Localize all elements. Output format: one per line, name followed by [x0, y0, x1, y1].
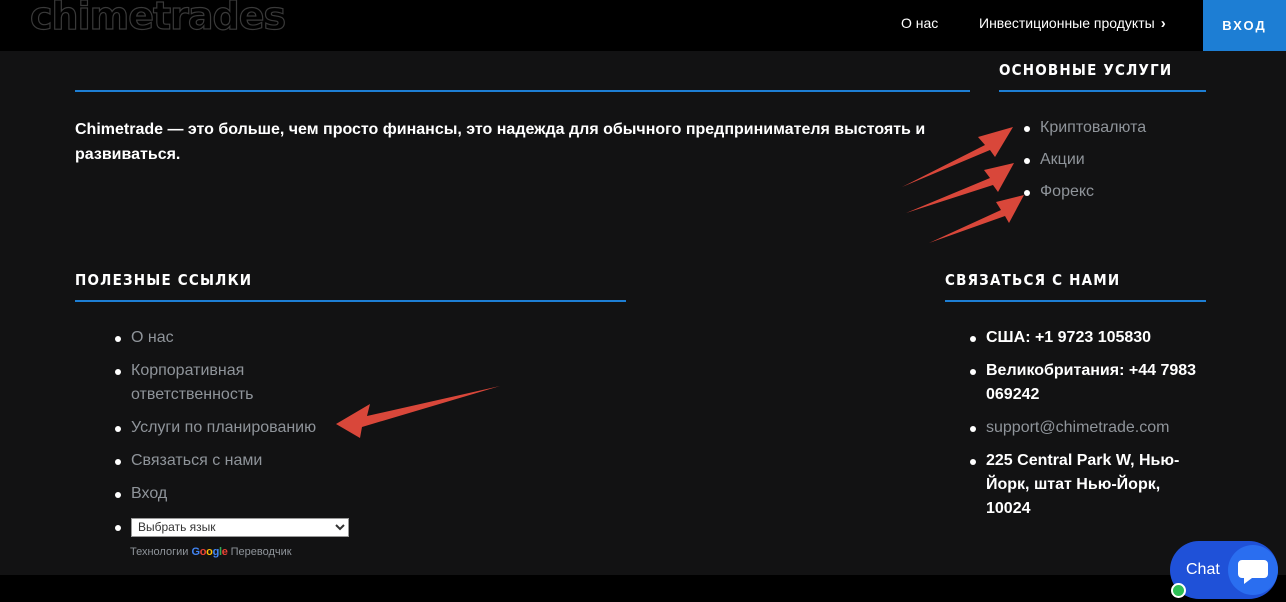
arrow-to-stocks	[906, 163, 1014, 213]
contact-divider	[945, 300, 1206, 302]
list-item: Выбрать язык	[114, 515, 349, 539]
contact-list: США: +1 9723 105830 Великобритания: +44 …	[969, 326, 1204, 530]
list-item: Криптовалюта	[1023, 116, 1203, 140]
services-divider	[999, 90, 1206, 92]
list-item: support@chimetrade.com	[969, 416, 1204, 440]
services-heading: Основные услуги	[999, 61, 1173, 79]
list-item: Услуги по планированию	[114, 416, 344, 440]
nav-link-about[interactable]: О нас	[901, 14, 938, 32]
list-item: Вход	[114, 482, 344, 506]
chat-bubble	[1228, 545, 1278, 595]
footer-link-about[interactable]: О нас	[131, 329, 174, 346]
about-text: Chimetrade — это больше, чем просто фина…	[75, 121, 926, 163]
service-link-crypto[interactable]: Криптовалюта	[1040, 119, 1146, 136]
chat-label: Chat	[1186, 561, 1220, 578]
list-item: О нас	[114, 326, 344, 350]
services-list: Криптовалюта Акции Форекс	[1023, 116, 1203, 212]
site-logo[interactable]: chimetrades	[29, 0, 286, 39]
translate-link[interactable]: Переводчик	[231, 546, 292, 558]
footer-link-contact[interactable]: Связаться с нами	[131, 452, 262, 469]
contact-heading: Связаться с нами	[945, 271, 1121, 289]
footer-bottom-bar	[0, 575, 1286, 602]
footer-link-planning-services[interactable]: Услуги по планированию	[131, 419, 316, 436]
useful-links-divider	[75, 300, 626, 302]
arrow-to-forex	[929, 195, 1024, 243]
login-button[interactable]: Вход	[1203, 0, 1286, 51]
footer-link-login[interactable]: Вход	[131, 485, 167, 502]
service-link-forex[interactable]: Форекс	[1040, 183, 1094, 200]
list-item: Великобритания: +44 7983 069242	[969, 359, 1204, 407]
list-item: США: +1 9723 105830	[969, 326, 1204, 350]
list-item: Корпоративная ответственность	[114, 359, 344, 407]
google-logo: Google	[191, 546, 228, 558]
online-status-dot	[1171, 583, 1186, 598]
google-translate-credit: Технологии Google Переводчик	[130, 546, 292, 558]
about-section-divider	[75, 90, 970, 92]
chat-icon	[1238, 560, 1268, 584]
support-email-link[interactable]: support@chimetrade.com	[986, 419, 1169, 436]
service-link-stocks[interactable]: Акции	[1040, 151, 1085, 168]
list-item: Акции	[1023, 148, 1203, 172]
phone-uk: Великобритания: +44 7983 069242	[986, 362, 1197, 403]
list-item: Связаться с нами	[114, 449, 344, 473]
footer-link-corporate-responsibility[interactable]: Корпоративная ответственность	[131, 362, 254, 403]
phone-us: США: +1 9723 105830	[986, 329, 1152, 346]
top-navigation-bar: chimetrades О нас Инвестиционные продукт…	[0, 0, 1286, 51]
chevron-right-icon: ›	[1160, 15, 1166, 32]
list-item: Форекс	[1023, 180, 1203, 204]
office-address: 225 Central Park W, Нью-Йорк, штат Нью-Й…	[986, 452, 1180, 517]
list-item: 225 Central Park W, Нью-Йорк, штат Нью-Й…	[969, 449, 1204, 521]
useful-links-list: О нас Корпоративная ответственность Услу…	[114, 326, 349, 548]
nav-link-investment-products[interactable]: Инвестиционные продукты ›	[979, 14, 1166, 33]
useful-links-heading: Полезные ссылки	[75, 271, 253, 289]
chat-widget-button[interactable]: Chat	[1170, 541, 1278, 599]
language-select[interactable]: Выбрать язык	[131, 517, 349, 537]
nav-link-investment-products-label: Инвестиционные продукты	[979, 15, 1155, 31]
arrow-to-planning-services	[336, 386, 500, 438]
powered-prefix: Технологии	[130, 546, 189, 558]
